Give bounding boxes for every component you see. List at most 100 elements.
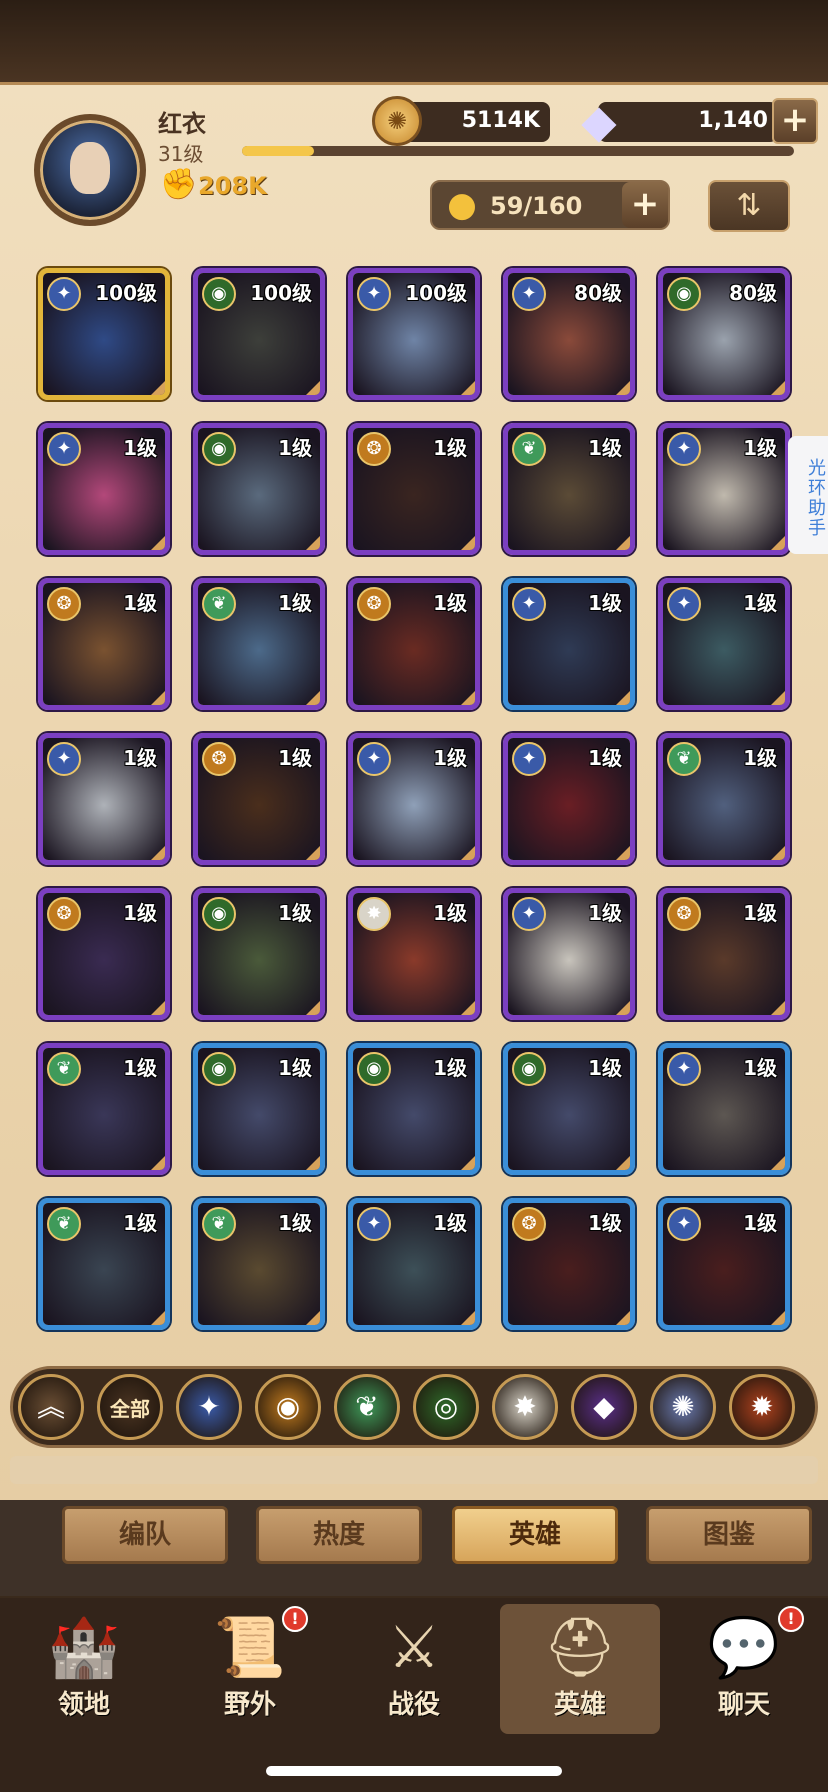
hero-card[interactable]: ✦ 1级	[38, 733, 170, 865]
hero-corner-ornament	[306, 381, 320, 395]
tab-codex[interactable]: 图鉴	[646, 1506, 812, 1564]
hero-card[interactable]: ❂ 1级	[193, 733, 325, 865]
hero-card[interactable]: ✦ 80级	[503, 268, 635, 400]
lightbearer-faction-icon: ✦	[667, 1207, 701, 1241]
hero-card[interactable]: ✦ 1级	[658, 578, 790, 710]
hero-card[interactable]: ❂ 1级	[658, 888, 790, 1020]
hero-card[interactable]: ❂ 1级	[503, 1198, 635, 1330]
hero-level: 1级	[588, 1211, 622, 1235]
hero-level: 1级	[743, 901, 777, 925]
hero-card[interactable]: ❦ 1级	[38, 1043, 170, 1175]
hero-card[interactable]: ◉ 1级	[348, 1043, 480, 1175]
graveborn-faction-icon: ❦	[47, 1207, 81, 1241]
hero-card[interactable]: ✦ 1级	[503, 733, 635, 865]
hero-level: 1级	[278, 1056, 312, 1080]
hero-level: 1级	[588, 746, 622, 770]
hero-card[interactable]: ◉ 1级	[193, 423, 325, 555]
hero-card[interactable]: ✦ 100级	[348, 268, 480, 400]
nav-territory[interactable]: 🏰 领地	[4, 1604, 164, 1734]
top-band	[0, 0, 828, 82]
filter-draconis-button[interactable]: ✹	[729, 1374, 795, 1440]
hero-card[interactable]: ✦ 1级	[658, 423, 790, 555]
lightbearer-faction-icon: ✦	[357, 1207, 391, 1241]
hero-level: 80级	[729, 281, 777, 305]
hero-level: 100级	[250, 281, 312, 305]
filter-hypogean-button[interactable]: ◆	[571, 1374, 637, 1440]
lightbearer-faction-icon: ✦	[47, 432, 81, 466]
hero-corner-ornament	[151, 536, 165, 550]
nav-label: 野外	[223, 1690, 276, 1720]
expand-roster-button[interactable]: +	[622, 182, 668, 228]
hero-card[interactable]: ◉ 1级	[503, 1043, 635, 1175]
player-avatar[interactable]	[34, 114, 146, 226]
filter-dimensional-button[interactable]: ✺	[650, 1374, 716, 1440]
hero-card[interactable]: ✸ 1级	[348, 888, 480, 1020]
hero-level: 1级	[743, 436, 777, 460]
hero-level: 1级	[743, 1056, 777, 1080]
filter-graveborn-button[interactable]: ❦	[334, 1374, 400, 1440]
hero-card[interactable]: ✦ 1级	[348, 1198, 480, 1330]
nav-label: 领地	[57, 1690, 110, 1720]
tab-heroes[interactable]: 英雄	[452, 1506, 618, 1564]
hero-card[interactable]: ❦ 1级	[193, 1198, 325, 1330]
sword-crest-icon: ⚔	[388, 1613, 440, 1681]
filter-lightbearer-button[interactable]: ✦	[176, 1374, 242, 1440]
wilder-icon: ◎	[433, 1390, 459, 1423]
hero-corner-ornament	[461, 536, 475, 550]
nav-campaign[interactable]: ⚔ 战役	[334, 1604, 494, 1734]
hero-corner-ornament	[306, 536, 320, 550]
hero-card[interactable]: ◉ 100级	[193, 268, 325, 400]
divider-strip	[10, 1456, 818, 1484]
hero-level: 1级	[278, 746, 312, 770]
player-level: 31级	[158, 142, 204, 166]
power-value: 208K	[198, 172, 267, 200]
filter-all-button[interactable]: 全部	[97, 1374, 163, 1440]
home-indicator	[266, 1766, 562, 1776]
hero-card[interactable]: ✦ 1级	[503, 888, 635, 1020]
helmet-icon: ⛑	[543, 1613, 617, 1681]
lightbearer-faction-icon: ✦	[357, 277, 391, 311]
wilder-faction-icon: ◉	[202, 277, 236, 311]
graveborn-faction-icon: ❦	[667, 742, 701, 776]
person-icon: ●	[447, 185, 477, 225]
mauler-faction-icon: ❂	[47, 587, 81, 621]
hero-card[interactable]: ◉ 1级	[193, 888, 325, 1020]
hero-card[interactable]: ◉ 80级	[658, 268, 790, 400]
tab-formation[interactable]: 编队	[62, 1506, 228, 1564]
hero-card[interactable]: ❂ 1级	[348, 423, 480, 555]
tab-popularity[interactable]: 热度	[256, 1506, 422, 1564]
add-gems-button[interactable]: +	[772, 98, 818, 144]
hero-card[interactable]: ✦ 1级	[38, 423, 170, 555]
filter-mauler-button[interactable]: ◉	[255, 1374, 321, 1440]
castle-icon: 🏰	[47, 1613, 121, 1681]
celestial-faction-icon: ✸	[357, 897, 391, 931]
wilder-faction-icon: ◉	[202, 1052, 236, 1086]
hero-card[interactable]: ✦ 1级	[658, 1043, 790, 1175]
hero-card[interactable]: ❦ 1级	[193, 578, 325, 710]
hero-level: 1级	[433, 1056, 467, 1080]
hero-card[interactable]: ❦ 1级	[38, 1198, 170, 1330]
lightbearer-faction-icon: ✦	[357, 742, 391, 776]
hero-card[interactable]: ❂ 1级	[38, 888, 170, 1020]
lightbearer-faction-icon: ✦	[512, 742, 546, 776]
hero-card[interactable]: ❦ 1级	[658, 733, 790, 865]
hero-card[interactable]: ✦ 1级	[348, 733, 480, 865]
wilder-faction-icon: ◉	[512, 1052, 546, 1086]
mauler-icon: ◉	[275, 1390, 301, 1423]
hero-card[interactable]: ❂ 1级	[348, 578, 480, 710]
sort-button[interactable]: ⇅	[708, 180, 790, 232]
filter-collapse-button[interactable]: ︽	[18, 1374, 84, 1440]
hero-card[interactable]: ✦ 1级	[503, 578, 635, 710]
hero-card[interactable]: ◉ 1级	[193, 1043, 325, 1175]
hero-card[interactable]: ✦ 100级	[38, 268, 170, 400]
hero-card[interactable]: ❦ 1级	[503, 423, 635, 555]
hero-card[interactable]: ✦ 1级	[658, 1198, 790, 1330]
filter-wilder-button[interactable]: ◎	[413, 1374, 479, 1440]
mauler-faction-icon: ❂	[47, 897, 81, 931]
gold-coin-icon: ✺	[372, 96, 422, 146]
hero-card[interactable]: ❂ 1级	[38, 578, 170, 710]
hero-count-value: 59/160	[490, 192, 583, 220]
filter-celestial-button[interactable]: ✸	[492, 1374, 558, 1440]
nav-heroes[interactable]: ⛑ 英雄	[500, 1604, 660, 1734]
helper-side-tab[interactable]: 光环助手	[788, 436, 828, 554]
